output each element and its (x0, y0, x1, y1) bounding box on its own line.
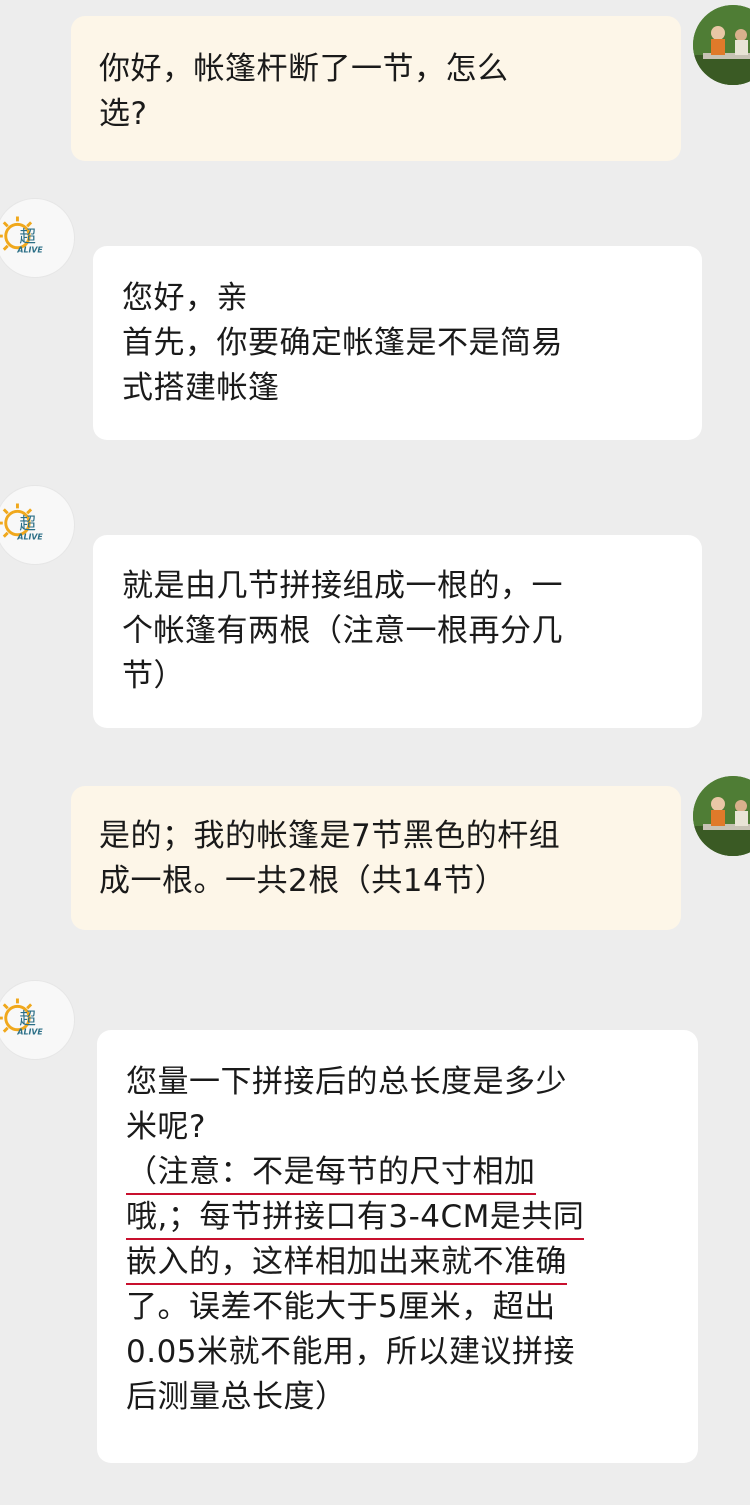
message-line-underlined: 嵌入的，这样相加出来就不准确 (126, 1242, 567, 1285)
message-line: 式搭建帐篷 (122, 370, 280, 406)
svg-text:超: 超 (19, 1009, 36, 1028)
message-line-underlined: 哦,；每节拼接口有3-4CM是共同 (126, 1197, 585, 1240)
message-line: 个帐篷有两根（注意一根再分几 (122, 613, 563, 649)
message-bubble-user: 你好，帐篷杆断了一节，怎么 选? (71, 16, 681, 161)
user-avatar[interactable] (693, 776, 750, 856)
message-line: 0.05米就不能用，所以建议拼接 (126, 1334, 576, 1370)
message-line: 您量一下拼接后的总长度是多少 (126, 1064, 567, 1100)
message-line: 首先，你要确定帐篷是不是简易 (122, 325, 563, 361)
user-avatar[interactable] (693, 5, 750, 85)
brand-logo-icon: 超 ALIVE (0, 998, 43, 1037)
message-line: 米呢? (126, 1109, 206, 1145)
message-line: 成一根。一共2根（共14节） (99, 863, 507, 899)
message-bubble-agent: 就是由几节拼接组成一根的，一 个帐篷有两根（注意一根再分几 节） (93, 535, 702, 728)
agent-avatar[interactable]: 超 ALIVE (0, 980, 75, 1060)
message-line: 节） (122, 658, 185, 694)
message-line: 是的；我的帐篷是7节黑色的杆组 (99, 818, 561, 854)
agent-avatar[interactable]: 超 ALIVE (0, 485, 75, 565)
agent-avatar[interactable]: 超 ALIVE (0, 198, 75, 278)
svg-text:ALIVE: ALIVE (16, 533, 43, 542)
message-bubble-agent: 您好，亲 首先，你要确定帐篷是不是简易 式搭建帐篷 (93, 246, 702, 440)
message-bubble-agent: 您量一下拼接后的总长度是多少 米呢? （注意：不是每节的尺寸相加 哦,；每节拼接… (97, 1030, 698, 1463)
user-photo-icon (693, 5, 750, 85)
message-line: 你好，帐篷杆断了一节，怎么 (99, 51, 509, 87)
brand-logo-icon: 超 ALIVE (0, 503, 43, 542)
svg-text:超: 超 (19, 227, 36, 246)
svg-text:超: 超 (19, 514, 36, 533)
message-line: 选? (99, 96, 148, 132)
message-line: 您好，亲 (122, 280, 248, 316)
message-line: 后测量总长度） (126, 1379, 347, 1415)
message-line: 了。误差不能大于5厘米，超出 (126, 1289, 556, 1325)
svg-text:ALIVE: ALIVE (16, 246, 43, 255)
svg-text:ALIVE: ALIVE (16, 1028, 43, 1037)
message-line-underlined: （注意：不是每节的尺寸相加 (126, 1152, 536, 1195)
user-photo-icon (693, 776, 750, 856)
brand-logo-icon: 超 ALIVE (0, 216, 43, 255)
message-line: 就是由几节拼接组成一根的，一 (122, 568, 563, 604)
message-bubble-user: 是的；我的帐篷是7节黑色的杆组 成一根。一共2根（共14节） (71, 786, 681, 930)
